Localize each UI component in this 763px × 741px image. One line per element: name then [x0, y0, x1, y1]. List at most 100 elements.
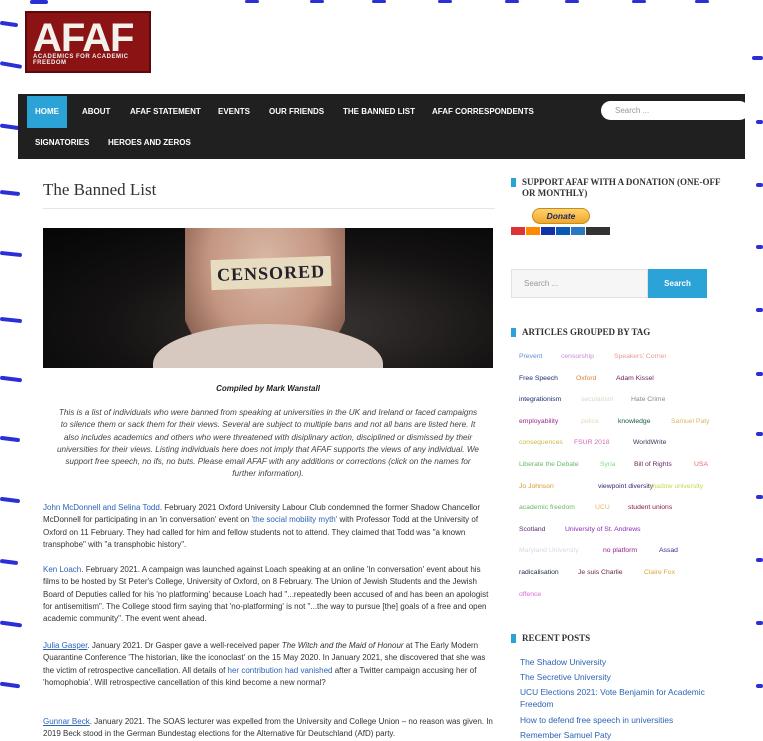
decorative-dash: [372, 0, 386, 3]
main-nav: HOME ABOUT AFAF STATEMENT EVENTS OUR FRI…: [18, 94, 749, 159]
payment-cards-icon: [511, 227, 611, 237]
decorative-dash: [245, 0, 259, 3]
tag-link[interactable]: shadow university: [649, 483, 703, 490]
entry-inline-link[interactable]: 'the social mobility myth': [252, 515, 338, 524]
compiled-by: Compiled by Mark Wanstall: [216, 384, 320, 393]
donate-button[interactable]: Donate: [532, 208, 590, 224]
entry-inline-link[interactable]: her contribution had vanished: [228, 666, 333, 675]
page-title: The Banned List: [43, 180, 495, 209]
tag-link[interactable]: Speakers' Corner: [614, 353, 667, 360]
tag-link[interactable]: Free Speech: [519, 375, 558, 382]
tag-link[interactable]: student unions: [628, 504, 672, 511]
nav-item-about[interactable]: ABOUT: [74, 96, 118, 128]
tag-link[interactable]: University of St. Andrews: [565, 526, 641, 533]
recent-posts-title: RECENT POSTS: [511, 633, 590, 644]
logo-tagline: ACADEMICS FOR ACADEMIC FREEDOM: [33, 54, 129, 66]
nav-item-signatories[interactable]: SIGNATORIES: [27, 127, 97, 159]
recent-post-link[interactable]: How to defend free speech in universitie…: [520, 714, 720, 726]
tag-link[interactable]: consequences: [519, 439, 563, 446]
tag-link[interactable]: FSUR 2018: [574, 439, 610, 446]
entry-mcdonnell-todd: John McDonnell and Selina Todd. February…: [43, 503, 480, 549]
tag-link[interactable]: Scotland: [519, 526, 545, 533]
decorative-dash: [0, 681, 21, 689]
nav-search-input[interactable]: Search ...: [601, 101, 749, 120]
nav-item-events[interactable]: EVENTS: [210, 96, 258, 128]
decorative-dash: [438, 0, 452, 3]
tag-link[interactable]: Oxford: [576, 375, 596, 382]
decorative-dash: [310, 0, 324, 3]
decorative-dash: [756, 621, 763, 625]
decorative-dash: [0, 61, 23, 69]
tag-link[interactable]: Claire Fox: [644, 569, 675, 576]
tag-link[interactable]: Je suis Charlie: [578, 569, 623, 576]
sidebar-search-input[interactable]: Search ...: [511, 269, 648, 298]
page: AFAF ACADEMICS FOR ACADEMIC FREEDOM HOME…: [0, 0, 763, 741]
entry-gasper: Julia Gasper. January 2021. Dr Gasper ga…: [43, 641, 486, 687]
entry-link[interactable]: Julia Gasper: [43, 641, 87, 650]
decorative-dash: [0, 435, 21, 443]
recent-post-link[interactable]: UCU Elections 2021: Vote Benjamin for Ac…: [520, 686, 720, 710]
entry-link[interactable]: Ken Loach: [43, 565, 81, 574]
tag-link[interactable]: Maryland University: [519, 547, 579, 554]
tag-link[interactable]: viewpoint diversity: [598, 483, 653, 490]
nav-item-home[interactable]: HOME: [27, 96, 67, 128]
tag-link[interactable]: academic freedom: [519, 504, 575, 511]
nav-item-afaf-statement[interactable]: AFAF STATEMENT: [122, 96, 209, 128]
decorative-dash: [0, 375, 23, 383]
nav-item-heroes-and-zeros[interactable]: HEROES AND ZEROS: [100, 127, 199, 159]
recent-post-link[interactable]: Remember Samuel Paty: [520, 729, 720, 741]
nav-item-our-friends[interactable]: OUR FRIENDS: [261, 96, 332, 128]
site-logo[interactable]: AFAF ACADEMICS FOR ACADEMIC FREEDOM: [25, 11, 151, 73]
entry-link[interactable]: Gunnar Beck: [43, 717, 90, 726]
decorative-dash: [0, 316, 23, 324]
decorative-dash: [30, 0, 48, 4]
tag-link[interactable]: secularism: [581, 396, 613, 403]
censored-image: CENSORED: [43, 228, 493, 368]
tag-link[interactable]: Jo Johnson: [519, 483, 554, 490]
censored-tape: CENSORED: [210, 255, 332, 291]
decorative-dash: [752, 56, 763, 60]
decorative-dash: [0, 250, 23, 258]
decorative-dash: [756, 372, 763, 376]
sidebar-search-button[interactable]: Search: [648, 269, 707, 298]
tag-link[interactable]: Samuel Paty: [671, 418, 710, 425]
entry-link[interactable]: John McDonnell and Selina Todd: [43, 503, 160, 512]
tag-link[interactable]: integrationism: [519, 396, 561, 403]
entry-loach: Ken Loach. February 2021. A campaign was…: [43, 565, 489, 624]
recent-post-link[interactable]: The Secretive University: [520, 671, 720, 683]
intro-text: This is a list of individuals who were b…: [56, 408, 479, 479]
decorative-dash: [0, 496, 21, 504]
tag-link[interactable]: police: [581, 418, 599, 425]
tag-link[interactable]: Hate Crime: [631, 396, 665, 403]
tag-link[interactable]: radicalisation: [519, 569, 559, 576]
nav-item-banned-list[interactable]: THE BANNED LIST: [335, 96, 423, 128]
tag-link[interactable]: offence: [519, 591, 541, 598]
tag-link[interactable]: Bill of Rights: [634, 461, 672, 468]
tag-link[interactable]: USA: [694, 461, 708, 468]
nav-item-correspondents[interactable]: AFAF CORRESPONDENTS: [424, 96, 542, 128]
decorative-dash: [756, 183, 763, 187]
tag-link[interactable]: Liberate the Debate: [519, 461, 579, 468]
decorative-dash: [0, 620, 23, 628]
decorative-dash: [756, 495, 763, 499]
decorative-dash: [756, 308, 763, 312]
tag-link[interactable]: WorldWrite: [633, 439, 666, 446]
decorative-dash: [756, 245, 763, 249]
tag-link[interactable]: Adam Kissel: [616, 375, 654, 382]
tag-link[interactable]: UCU: [595, 504, 610, 511]
recent-post-link[interactable]: The Shadow University: [520, 656, 720, 668]
decorative-dash: [632, 0, 646, 3]
decorative-dash: [756, 558, 763, 562]
tag-link[interactable]: knowledge: [618, 418, 651, 425]
tag-link[interactable]: Syria: [600, 461, 616, 468]
tag-link[interactable]: Assad: [659, 547, 678, 554]
tag-link[interactable]: employability: [519, 418, 558, 425]
decorative-dash: [756, 432, 763, 436]
tag-link[interactable]: no platform: [603, 547, 637, 554]
tag-link[interactable]: censorship: [561, 353, 594, 360]
main-content: The Banned List CENSORED Compiled by Mar…: [43, 180, 495, 738]
tag-link[interactable]: Prevent: [519, 353, 542, 360]
decorative-dash: [0, 20, 19, 28]
decorative-dash: [695, 0, 709, 3]
tags-widget-title: ARTICLES GROUPED BY TAG: [511, 327, 650, 338]
